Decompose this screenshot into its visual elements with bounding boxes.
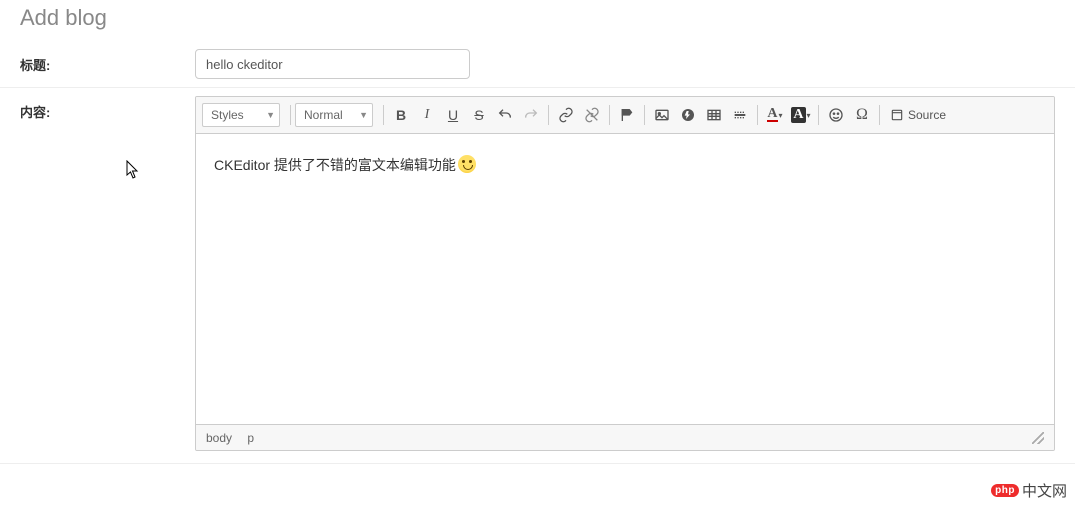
toolbar-separator [879,105,880,125]
specialchar-button[interactable]: Ω [849,102,875,128]
path-p[interactable]: p [247,431,254,445]
toolbar-separator [644,105,645,125]
editor-text: CKEditor 提供了不错的富文本编辑功能 [214,157,456,173]
italic-button[interactable]: I [414,102,440,128]
styles-dropdown[interactable]: Styles ▼ [202,103,280,127]
hr-button[interactable] [727,102,753,128]
format-dropdown[interactable]: Normal ▼ [295,103,373,127]
undo-button[interactable] [492,102,518,128]
unlink-button[interactable] [579,102,605,128]
ckeditor: Styles ▼ Normal ▼ B I U S [195,96,1055,451]
content-label: 内容: [20,96,195,121]
styles-dropdown-label: Styles [211,108,244,122]
path-body[interactable]: body [206,431,232,445]
editor-content-area[interactable]: CKEditor 提供了不错的富文本编辑功能 [196,134,1054,424]
link-button[interactable] [553,102,579,128]
toolbar-separator [609,105,610,125]
table-button[interactable] [701,102,727,128]
toolbar-separator [757,105,758,125]
toolbar-separator [290,105,291,125]
bold-button[interactable]: B [388,102,414,128]
anchor-button[interactable] [614,102,640,128]
source-button[interactable]: Source [884,103,952,127]
title-input[interactable] [195,49,470,79]
smiley-icon [458,155,476,173]
textcolor-button[interactable]: A▾ [762,102,788,128]
source-button-label: Source [908,108,946,122]
editor-toolbar: Styles ▼ Normal ▼ B I U S [196,97,1054,134]
php-badge: php [991,484,1019,497]
watermark-text: 中文网 [1022,480,1067,501]
resize-handle[interactable] [1032,432,1044,444]
image-button[interactable] [649,102,675,128]
editor-statusbar: body p [196,424,1054,450]
format-dropdown-label: Normal [304,108,343,122]
element-path: body p [206,431,266,445]
toolbar-separator [818,105,819,125]
title-row: 标题: [0,41,1075,88]
title-label: 标题: [20,49,195,74]
flash-button[interactable] [675,102,701,128]
toolbar-separator [383,105,384,125]
content-row: 内容: Styles ▼ Normal ▼ B I U S [0,88,1075,464]
underline-button[interactable]: U [440,102,466,128]
watermark: php 中文网 [991,480,1067,501]
bgcolor-button[interactable]: A▾ [788,102,814,128]
redo-button[interactable] [518,102,544,128]
smiley-button[interactable] [823,102,849,128]
toolbar-separator [548,105,549,125]
chevron-down-icon: ▼ [359,110,368,120]
page-title: Add blog [0,0,1075,41]
strike-button[interactable]: S [466,102,492,128]
chevron-down-icon: ▼ [266,110,275,120]
